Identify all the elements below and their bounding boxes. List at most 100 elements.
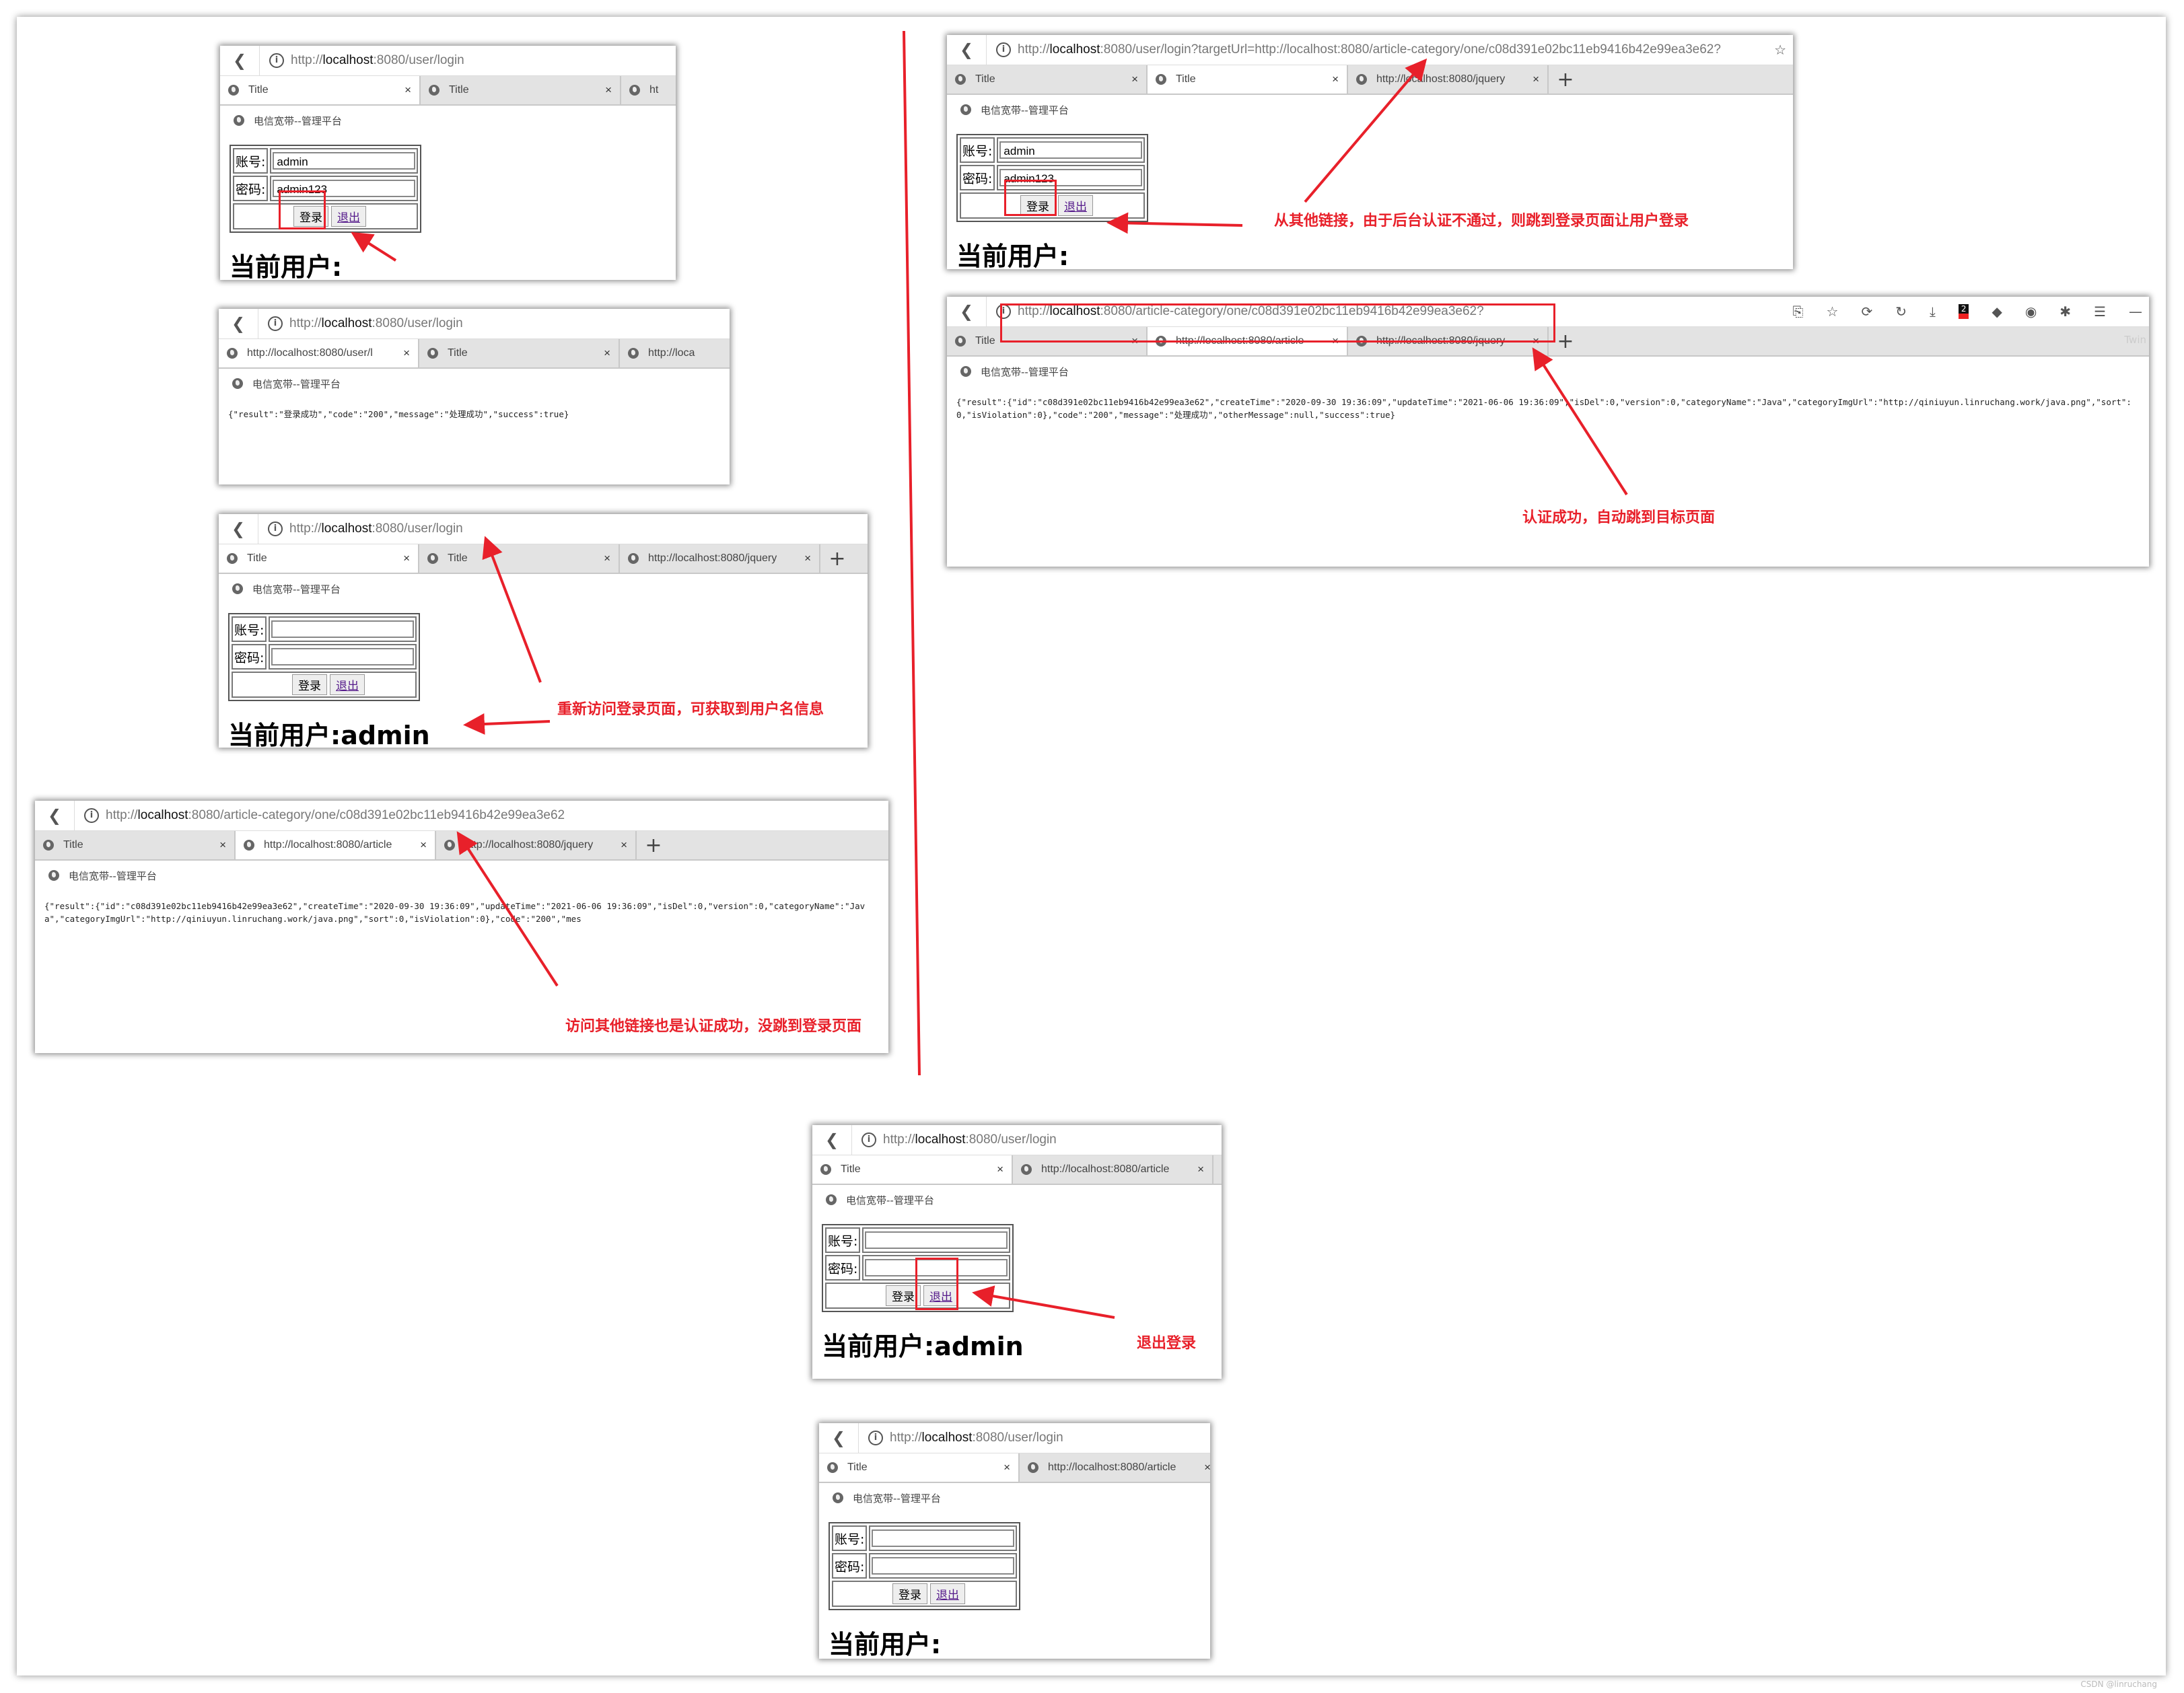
download-icon[interactable]: ⤓ [1930, 303, 1936, 320]
logout-button[interactable]: 退出 [331, 206, 366, 227]
close-tab-icon[interactable]: × [1131, 73, 1138, 86]
star-icon[interactable]: ☆ [1827, 303, 1839, 320]
browser-tab[interactable]: Title × [419, 544, 620, 573]
browser-tab[interactable]: Title × [220, 76, 421, 104]
info-icon: i [268, 316, 283, 331]
url-field[interactable]: http://localhost:8080/user/login [289, 521, 463, 536]
logout-button[interactable]: 退出 [1058, 195, 1093, 216]
url-field[interactable]: http://localhost:8080/user/login [291, 53, 464, 68]
url-scheme: http:// [1018, 42, 1050, 57]
url-scheme: http:// [106, 808, 138, 822]
close-tab-icon[interactable]: × [621, 838, 627, 852]
browser-tab[interactable]: Title × [947, 65, 1148, 94]
close-tab-icon[interactable]: × [1332, 73, 1339, 86]
password-input[interactable] [872, 1557, 1015, 1575]
login-button[interactable]: 登录 [892, 1583, 927, 1604]
close-tab-icon[interactable]: × [420, 838, 427, 852]
puzzle-icon[interactable]: ✱ [2059, 303, 2071, 320]
bookmark-item[interactable]: 电信宽带--管理平台 [819, 1483, 1210, 1513]
account-input[interactable]: admin [999, 141, 1143, 159]
new-tab-button[interactable]: + [1549, 65, 1582, 94]
close-tab-icon[interactable]: × [1204, 1461, 1210, 1474]
close-tab-icon[interactable]: × [605, 83, 612, 97]
annotation-auth-success: 认证成功，自动跳到目标页面 [1522, 509, 1716, 526]
password-input[interactable] [271, 648, 415, 665]
browser-tab[interactable]: http://localhost:8080/jquery × [620, 544, 820, 573]
browser-tab[interactable]: http://localhost:8080/article × [1013, 1155, 1213, 1184]
browser-tab[interactable]: http://localhost:8080/jquery × [436, 831, 637, 859]
info-icon: i [868, 1431, 883, 1445]
browser-tab[interactable]: http://loca [620, 339, 730, 367]
bookmark-item[interactable]: 电信宽带--管理平台 [812, 1185, 1222, 1215]
account-input[interactable] [271, 620, 415, 638]
browser-tab[interactable]: Title × [812, 1155, 1013, 1184]
browser-tab[interactable]: ht [621, 76, 676, 104]
browser-tab[interactable]: http://localhost:8080/article × [1020, 1453, 1210, 1482]
translate-icon[interactable]: ⎘ [1793, 303, 1804, 320]
url-field[interactable]: http://localhost:8080/user/login?targetU… [1018, 42, 1721, 57]
globe-icon [960, 366, 971, 377]
browser-tab[interactable]: Title × [819, 1453, 1020, 1482]
tab-label: http://localhost:8080/jquery [464, 839, 594, 851]
account-input[interactable] [872, 1529, 1015, 1547]
browser-tab[interactable]: Title × [1148, 65, 1348, 94]
bookmark-item[interactable]: 电信宽带--管理平台 [947, 357, 2149, 386]
back-icon[interactable]: ❮ [219, 309, 258, 338]
close-tab-icon[interactable]: × [403, 552, 410, 565]
new-tab-button[interactable]: + [637, 831, 670, 859]
back-icon[interactable]: ❮ [219, 514, 258, 544]
browser-tab[interactable]: Title × [419, 339, 620, 367]
close-tab-icon[interactable]: × [804, 552, 811, 565]
back-icon[interactable]: ❮ [819, 1423, 859, 1453]
globe-icon [955, 74, 966, 85]
login-button[interactable]: 登录 [292, 674, 327, 695]
bookmark-item[interactable]: 电信宽带--管理平台 [219, 369, 730, 398]
close-tab-icon[interactable]: × [604, 347, 610, 360]
undo-icon[interactable]: ↻ [1895, 303, 1907, 320]
back-icon[interactable]: ❮ [812, 1125, 852, 1155]
current-user-label: 当前用户: [956, 242, 1069, 269]
globe-icon [1156, 74, 1166, 85]
url-field[interactable]: http://localhost:8080/user/login [289, 316, 463, 331]
back-icon[interactable]: ❮ [220, 46, 260, 75]
back-icon[interactable]: ❮ [35, 801, 75, 830]
extension-badge-icon[interactable]: 2 [1958, 304, 1969, 319]
shield-extension-icon[interactable]: ◆ [1992, 303, 2002, 320]
back-icon[interactable]: ❮ [947, 35, 987, 65]
logout-button[interactable]: 退出 [930, 1583, 965, 1604]
new-tab-button[interactable]: + [820, 544, 854, 573]
browser-tab[interactable]: http://localhost:8080/jquery × [1348, 65, 1549, 94]
close-tab-icon[interactable]: × [1533, 73, 1539, 86]
page-content: {"result":{"id":"c08d391e02bc11eb9416b42… [35, 890, 888, 931]
bookmark-item[interactable]: 电信宽带--管理平台 [35, 861, 888, 890]
bookmark-item[interactable]: 电信宽带--管理平台 [220, 106, 676, 135]
browser-tab[interactable]: Title × [421, 76, 621, 104]
logout-button[interactable]: 退出 [330, 674, 365, 695]
bookmark-item[interactable]: 电信宽带--管理平台 [947, 95, 1793, 124]
close-tab-icon[interactable]: × [219, 838, 226, 852]
browser-tab[interactable]: http://localhost:8080/user/l × [219, 339, 419, 367]
browser-tab[interactable]: Title × [219, 544, 419, 573]
menu-icon[interactable]: ☰ [2094, 303, 2106, 320]
close-tab-icon[interactable]: × [604, 552, 610, 565]
browser-tab[interactable]: http://localhost:8080/article × [236, 831, 436, 859]
close-tab-icon[interactable]: × [997, 1163, 1003, 1176]
account-input[interactable] [865, 1231, 1008, 1249]
star-icon[interactable]: ☆ [1774, 42, 1786, 58]
close-tab-icon[interactable]: × [1003, 1461, 1010, 1474]
close-tab-icon[interactable]: × [403, 347, 410, 360]
account-input[interactable]: admin [273, 152, 416, 170]
sync-icon[interactable]: ⟳ [1861, 303, 1872, 320]
globe-extension-icon[interactable]: ◉ [2025, 303, 2037, 320]
url-field[interactable]: http://localhost:8080/user/login [890, 1431, 1063, 1445]
login-form: 账号: 密码: 登录 退出 [228, 613, 421, 701]
bookmark-item[interactable]: 电信宽带--管理平台 [219, 574, 868, 604]
browser-tab[interactable]: Title × [35, 831, 236, 859]
url-scheme: http:// [289, 316, 322, 330]
close-tab-icon[interactable]: × [404, 83, 411, 97]
back-icon[interactable]: ❮ [947, 297, 987, 326]
close-tab-icon[interactable]: × [1197, 1163, 1204, 1176]
url-field[interactable]: http://localhost:8080/user/login [883, 1132, 1057, 1147]
minimize-icon[interactable]: — [2129, 303, 2142, 320]
url-field[interactable]: http://localhost:8080/article-category/o… [106, 808, 565, 823]
